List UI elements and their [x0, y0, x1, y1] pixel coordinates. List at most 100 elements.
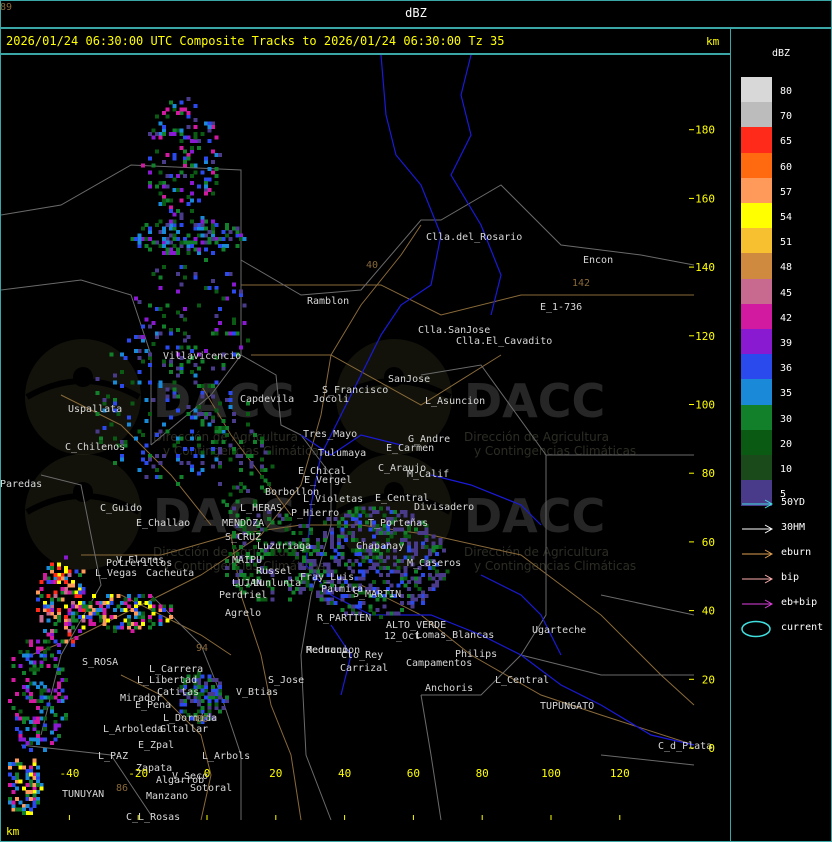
echo-pixel: [74, 590, 79, 595]
echo-pixel: [64, 569, 68, 574]
echo-pixel: [36, 765, 40, 770]
echo-pixel: [85, 615, 89, 619]
echo-pixel: [172, 212, 177, 217]
echo-pixel: [162, 240, 166, 245]
echo-pixel: [141, 450, 145, 455]
echo-pixel: [169, 247, 173, 252]
echo-pixel: [155, 223, 159, 227]
echo-pixel: [22, 744, 26, 749]
echo-pixel: [330, 597, 334, 602]
echo-pixel: [67, 590, 72, 595]
echo-pixel: [207, 678, 212, 682]
echo-pixel: [162, 226, 166, 231]
echo-pixel: [361, 559, 366, 563]
echo-pixel: [319, 552, 324, 556]
echo-pixel: [179, 223, 184, 227]
echo-pixel: [211, 419, 215, 423]
echo-pixel: [32, 720, 37, 724]
watermark-line2: y Contingencias Climáticas: [474, 444, 636, 458]
echo-pixel: [64, 566, 68, 570]
echo-pixel: [162, 604, 166, 609]
echo-pixel: [25, 769, 30, 773]
echo-pixel: [312, 548, 317, 553]
echo-pixel: [162, 230, 166, 234]
echo-pixel: [375, 531, 380, 535]
place-label: Capdevila: [240, 394, 294, 405]
echo-pixel: [221, 706, 226, 710]
echo-pixel: [442, 548, 446, 553]
echo-pixel: [169, 223, 173, 227]
echo-pixel: [207, 412, 212, 416]
echo-pixel: [151, 321, 156, 325]
echo-pixel: [305, 583, 310, 588]
track-arrow-icon: [742, 574, 774, 584]
place-label: Catitas: [157, 687, 199, 698]
echo-pixel: [197, 139, 201, 143]
echo-pixel: [18, 807, 23, 812]
echo-pixel: [365, 513, 369, 518]
echo-pixel: [134, 611, 138, 616]
echo-pixel: [179, 139, 184, 143]
echo-pixel: [417, 531, 422, 535]
echo-pixel: [57, 573, 61, 577]
echo-pixel: [386, 506, 390, 511]
echo-pixel: [309, 552, 313, 556]
echo-pixel: [414, 545, 418, 549]
echo-pixel: [165, 198, 170, 203]
echo-pixel: [421, 531, 425, 535]
echo-pixel: [43, 608, 47, 612]
place-label: S_CRUZ: [225, 532, 261, 543]
echo-pixel: [46, 580, 51, 584]
echo-pixel: [284, 527, 289, 532]
echo-pixel: [204, 688, 208, 693]
echo-pixel: [428, 587, 432, 591]
echo-pixel: [53, 664, 58, 668]
echo-pixel: [225, 223, 229, 227]
echo-pixel: [148, 454, 152, 458]
echo-pixel: [445, 569, 450, 574]
echo-pixel: [351, 548, 355, 553]
echo-pixel: [74, 618, 79, 623]
radar-map[interactable]: DACCDirección de Agriculturay Contingenc…: [0, 2, 715, 823]
echo-pixel: [78, 601, 82, 605]
echo-pixel: [78, 583, 82, 588]
echo-pixel: [81, 618, 86, 623]
track-arrow-icon: [742, 549, 774, 559]
echo-pixel: [221, 363, 226, 367]
echo-pixel: [323, 597, 327, 602]
place-label: C_L_Rosas: [126, 812, 180, 823]
echo-pixel: [113, 398, 117, 402]
echo-pixel: [358, 601, 362, 605]
echo-pixel: [36, 779, 40, 784]
echo-pixel: [148, 625, 152, 630]
echo-pixel: [218, 461, 222, 465]
echo-pixel: [190, 464, 194, 469]
echo-pixel: [249, 454, 254, 458]
echo-pixel: [204, 184, 208, 189]
echo-pixel: [46, 702, 51, 707]
echo-pixel: [148, 618, 152, 623]
echo-pixel: [183, 149, 187, 154]
echo-pixel: [148, 170, 152, 175]
echo-pixel: [158, 618, 163, 623]
place-label: S_ROSA: [82, 657, 118, 668]
x-tick-label: 120: [610, 767, 630, 780]
echo-pixel: [186, 97, 191, 101]
echo-pixel: [165, 114, 170, 119]
echo-pixel: [288, 552, 292, 556]
place-label: Gltallar: [160, 724, 208, 735]
place-label: E_Pena: [135, 700, 171, 711]
echo-pixel: [144, 419, 149, 423]
echo-pixel: [221, 440, 226, 444]
echo-pixel: [400, 580, 404, 584]
place-label: SanJose: [388, 374, 430, 385]
echo-pixel: [372, 566, 376, 570]
echo-pixel: [424, 545, 429, 549]
echo-pixel: [431, 534, 436, 539]
place-label: L_PAZ: [98, 751, 128, 762]
echo-pixel: [88, 618, 93, 623]
echo-pixel: [39, 681, 44, 686]
echo-pixel: [260, 440, 264, 444]
echo-pixel: [50, 569, 54, 574]
echo-pixel: [64, 615, 68, 619]
